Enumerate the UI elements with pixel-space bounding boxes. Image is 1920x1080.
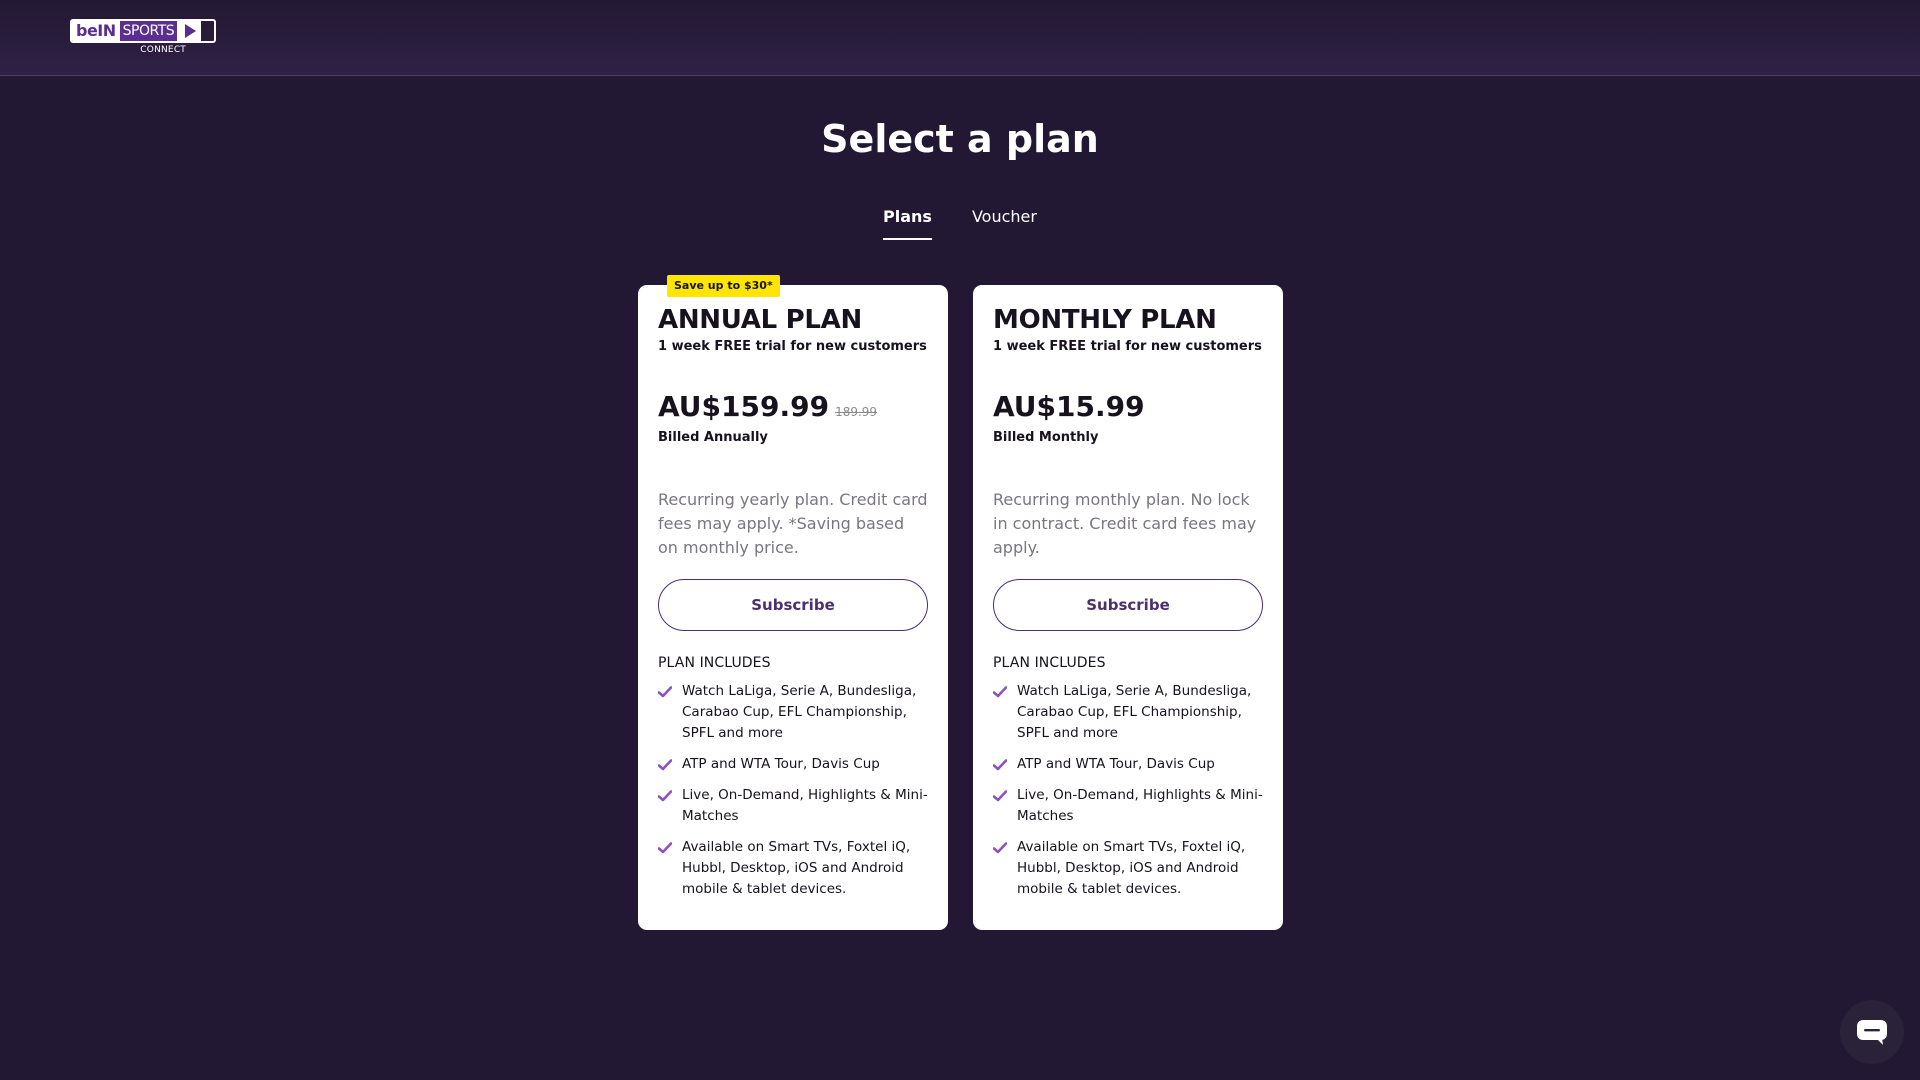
feature-text: Available on Smart TVs, Foxtel iQ, Hubbl… xyxy=(682,839,911,897)
plan-includes-heading: PLAN INCLUDES xyxy=(993,655,1106,671)
top-header: beIN SPORTS CONNECT xyxy=(0,0,1920,76)
plan-cards: Save up to $30* ANNUAL PLAN 1 week FREE … xyxy=(638,275,1283,930)
feature-text: Live, On-Demand, Highlights & Mini-Match… xyxy=(682,787,928,824)
bein-sports-connect-logo[interactable]: beIN SPORTS CONNECT xyxy=(70,19,216,59)
plan-trial-note: 1 week FREE trial for new customers xyxy=(993,339,1262,354)
feature-text: Live, On-Demand, Highlights & Mini-Match… xyxy=(1017,787,1263,824)
check-icon xyxy=(658,681,674,702)
subscribe-button-annual[interactable]: Subscribe xyxy=(658,579,928,631)
check-icon xyxy=(993,785,1009,806)
original-price: 189.99 xyxy=(835,405,878,419)
feature-item: Available on Smart TVs, Foxtel iQ, Hubbl… xyxy=(993,837,1263,900)
plan-includes-heading: PLAN INCLUDES xyxy=(658,655,771,671)
price-row: AU$159.99 189.99 xyxy=(658,388,928,426)
feature-item: ATP and WTA Tour, Davis Cup xyxy=(658,754,928,775)
plan-price: AU$159.99 xyxy=(658,390,830,423)
check-icon xyxy=(993,837,1009,858)
check-icon xyxy=(658,837,674,858)
savings-badge: Save up to $30* xyxy=(667,275,780,297)
feature-text: Available on Smart TVs, Foxtel iQ, Hubbl… xyxy=(1017,839,1246,897)
feature-item: Watch LaLiga, Serie A, Bundesliga, Carab… xyxy=(658,681,928,744)
annual-plan-card: Save up to $30* ANNUAL PLAN 1 week FREE … xyxy=(638,275,948,930)
logo-mark: beIN SPORTS xyxy=(70,19,216,43)
monthly-plan-card: MONTHLY PLAN 1 week FREE trial for new c… xyxy=(973,285,1283,930)
logo-bein-text: beIN xyxy=(72,21,120,41)
plan-trial-note: 1 week FREE trial for new customers xyxy=(658,339,927,354)
subscribe-button-monthly[interactable]: Subscribe xyxy=(993,579,1263,631)
billing-period: Billed Monthly xyxy=(993,430,1099,445)
page-title: Select a plan xyxy=(821,117,1099,161)
tab-plans[interactable]: Plans xyxy=(883,204,932,240)
plan-price: AU$15.99 xyxy=(993,390,1145,423)
tab-voucher[interactable]: Voucher xyxy=(972,204,1037,240)
plan-description: Recurring monthly plan. No lock in contr… xyxy=(993,490,1257,557)
plan-name: ANNUAL PLAN xyxy=(658,305,862,335)
plan-name: MONTHLY PLAN xyxy=(993,305,1217,335)
feature-text: ATP and WTA Tour, Davis Cup xyxy=(682,756,880,772)
billing-period: Billed Annually xyxy=(658,430,768,445)
feature-item: ATP and WTA Tour, Davis Cup xyxy=(993,754,1263,775)
chat-bubble-icon xyxy=(1857,1020,1887,1045)
plan-description: Recurring yearly plan. Credit card fees … xyxy=(658,490,928,557)
plan-tabs: Plans Voucher xyxy=(0,204,1920,240)
feature-item: Watch LaLiga, Serie A, Bundesliga, Carab… xyxy=(993,681,1263,744)
check-icon xyxy=(658,785,674,806)
feature-item: Live, On-Demand, Highlights & Mini-Match… xyxy=(658,785,928,827)
feature-list: Watch LaLiga, Serie A, Bundesliga, Carab… xyxy=(658,681,928,900)
check-icon xyxy=(658,754,674,775)
feature-text: Watch LaLiga, Serie A, Bundesliga, Carab… xyxy=(682,683,917,741)
price-row: AU$15.99 xyxy=(993,388,1263,426)
logo-connect-text: CONNECT xyxy=(140,45,186,55)
chat-support-button[interactable] xyxy=(1840,1000,1904,1064)
feature-list: Watch LaLiga, Serie A, Bundesliga, Carab… xyxy=(993,681,1263,900)
feature-text: ATP and WTA Tour, Davis Cup xyxy=(1017,756,1215,772)
check-icon xyxy=(993,681,1009,702)
logo-sports-text: SPORTS xyxy=(119,21,178,41)
check-icon xyxy=(993,754,1009,775)
play-icon xyxy=(177,21,202,41)
feature-item: Available on Smart TVs, Foxtel iQ, Hubbl… xyxy=(658,837,928,900)
feature-text: Watch LaLiga, Serie A, Bundesliga, Carab… xyxy=(1017,683,1252,741)
feature-item: Live, On-Demand, Highlights & Mini-Match… xyxy=(993,785,1263,827)
